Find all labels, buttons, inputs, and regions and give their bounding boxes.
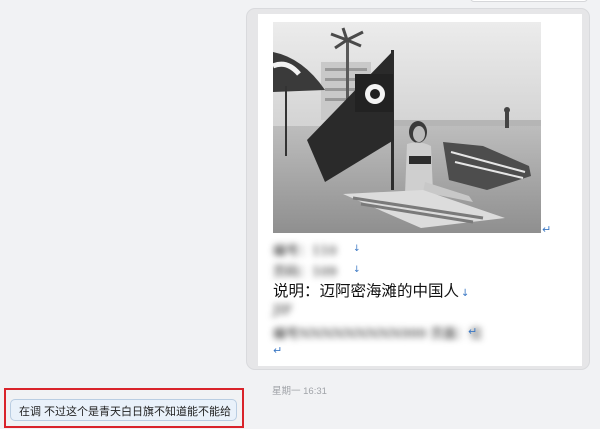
down-arrow-icon: ↓ — [353, 265, 361, 275]
return-mark: ↵ — [542, 223, 552, 236]
caption-text: 说明：迈阿密海滩的中国人 — [273, 282, 460, 300]
previous-message-bubble-edge — [470, 0, 588, 2]
message-timestamp: 星期一 16:31 — [272, 386, 327, 397]
down-arrow-icon: ↓ — [461, 288, 470, 299]
return-mark: ↵ — [273, 344, 283, 357]
return-mark: ↵ — [468, 325, 478, 338]
beach-photo-image — [273, 22, 541, 233]
beach-photo[interactable] — [273, 22, 541, 233]
blurred-line-number: 编号：110 — [273, 244, 337, 259]
outgoing-message-bubble[interactable]: 在调 不过这个是青天白日旗不知道能不能给 — [10, 399, 237, 421]
down-arrow-icon: ↓ — [353, 244, 361, 254]
blurred-line-short: JIF — [273, 303, 293, 318]
blurred-line-page: 页码：109 — [273, 265, 337, 280]
photo-caption: 说明：迈阿密海滩的中国人 ↓ — [273, 281, 469, 304]
reply-text: 在调 不过这个是青天白日旗不知道能不能给 — [19, 406, 232, 418]
blurred-line-long: 编号NNNNNNNNN999 页面：位 — [273, 327, 483, 342]
